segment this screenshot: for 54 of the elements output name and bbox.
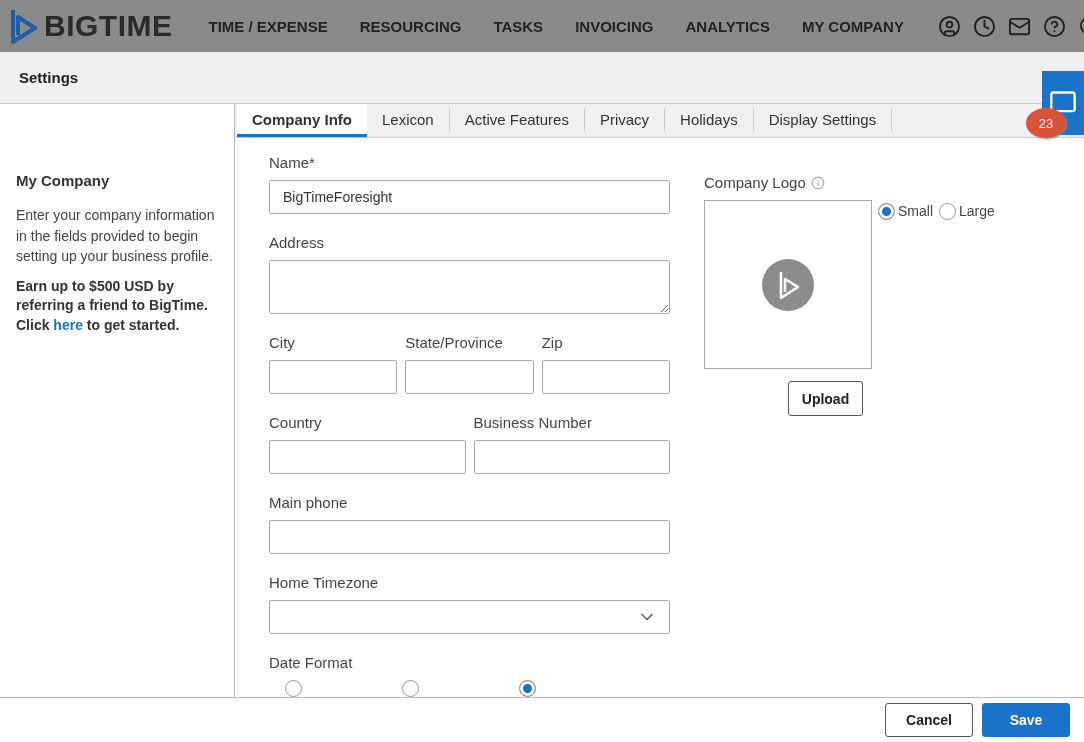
size-label: Small [898,203,933,219]
text-field[interactable] [541,360,670,394]
info-icon[interactable] [810,175,825,190]
field-label: State/Province [405,334,504,351]
field-label: City [269,334,296,351]
text-field[interactable]: BigTimeForesight [269,180,670,214]
nav-link[interactable]: RESOURCING [359,17,462,35]
select-field[interactable] [269,600,670,634]
field-label: Zip [541,334,564,351]
help-icon[interactable] [1042,14,1066,38]
settings-tab[interactable]: Holidays [665,108,754,133]
logo-icon [10,8,38,44]
field-label: Date Format [269,654,354,671]
logo-label: Company Logo [704,174,806,191]
text-field[interactable] [405,360,534,394]
size-radio[interactable] [878,202,895,220]
text-field[interactable] [269,440,466,474]
nav-link[interactable]: TIME / EXPENSE [208,17,328,35]
textarea-field[interactable] [269,260,670,314]
date-format-radio[interactable] [285,680,302,697]
clock-icon[interactable] [972,14,996,38]
text-field[interactable] [269,360,398,394]
settings-tab[interactable]: Company Info [237,104,367,137]
logo-placeholder-icon [762,258,814,311]
referral-text: Earn up to $500 USD by referring a friend to BigTime. Click here to get started. [16,276,209,335]
user-icon[interactable] [937,14,961,38]
size-label: Large [959,203,995,219]
here-link[interactable]: here [53,316,83,333]
size-radio[interactable] [939,202,956,220]
field-label: Name* [269,154,316,171]
sidebar-description: Enter your company information in the fields provided to begin setting up your business profile. [16,206,216,266]
settings-tab[interactable]: Lexicon [367,108,450,133]
upload-button[interactable]: Upload [788,381,863,416]
settings-tab[interactable]: Privacy [584,108,666,133]
settings-tab[interactable]: Display Settings [753,108,893,133]
settings-tab[interactable]: Active Features [449,108,585,133]
save-button[interactable]: Save [982,703,1070,737]
nav-link[interactable]: MY COMPANY [801,17,904,35]
nav-link[interactable]: TASKS [493,17,544,35]
logo-text: BIGTIME [44,9,173,43]
cancel-button[interactable]: Cancel [885,703,973,737]
nav-link[interactable]: INVOICING [575,17,654,35]
field-label: Address [269,234,326,251]
text-field[interactable] [473,440,670,474]
date-format-radio[interactable] [402,680,419,697]
nav-link[interactable]: ANALYTICS [685,17,770,35]
field-label: Country [269,414,323,431]
date-format-radio[interactable] [519,680,536,697]
text-field[interactable] [269,520,670,554]
field-label: Main phone [269,494,349,511]
field-label: Business Number [473,414,593,431]
page-title: Settings [19,69,79,86]
sidebar-title: My Company [16,172,111,189]
field-label: Home Timezone [269,574,380,591]
